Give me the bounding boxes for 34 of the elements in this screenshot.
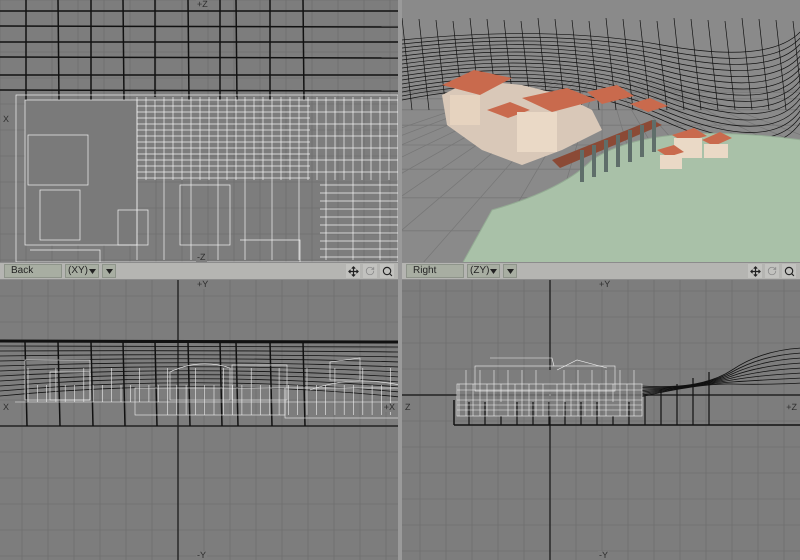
move-icon <box>348 266 358 276</box>
axis-label: +Z <box>196 0 209 9</box>
options-dropdown-button[interactable] <box>102 264 116 278</box>
axis-label: +X <box>382 403 396 412</box>
caret-icon <box>490 268 498 274</box>
viewport-canvas[interactable]: +Y Z +Z -Y <box>402 280 800 560</box>
axis-label: +Y <box>598 280 612 289</box>
move-view-button[interactable] <box>748 264 762 278</box>
axis-label: -Y <box>196 551 207 560</box>
axis-label: Z <box>404 403 412 412</box>
caret-icon <box>89 268 96 274</box>
viewport-canvas[interactable]: +Y X +X -Y <box>0 280 398 560</box>
view-menu-button[interactable]: Right <box>406 264 464 278</box>
axis-label: X <box>2 115 10 124</box>
zoom-icon <box>382 266 392 276</box>
caret-icon <box>106 268 112 274</box>
axis-label: +Z <box>785 403 798 412</box>
zoom-icon <box>784 266 794 276</box>
zoom-view-button[interactable] <box>782 264 796 278</box>
move-icon <box>750 266 760 276</box>
axis-label: X <box>2 403 10 412</box>
viewport-canvas[interactable] <box>402 0 800 262</box>
plane-dropdown[interactable]: (XY) <box>65 264 99 278</box>
caret-icon <box>506 268 514 274</box>
view-menu-button[interactable]: Back <box>4 264 62 278</box>
options-dropdown-button[interactable] <box>503 264 518 278</box>
axis-label: -Y <box>598 551 609 560</box>
zoom-view-button[interactable] <box>380 264 394 278</box>
axis-label: -Z <box>196 253 206 262</box>
rotate-icon <box>767 266 777 276</box>
axis-label: +Y <box>196 280 210 289</box>
rotate-icon <box>365 266 375 276</box>
move-view-button[interactable] <box>346 264 360 278</box>
plane-dropdown[interactable]: (ZY) <box>467 264 500 278</box>
